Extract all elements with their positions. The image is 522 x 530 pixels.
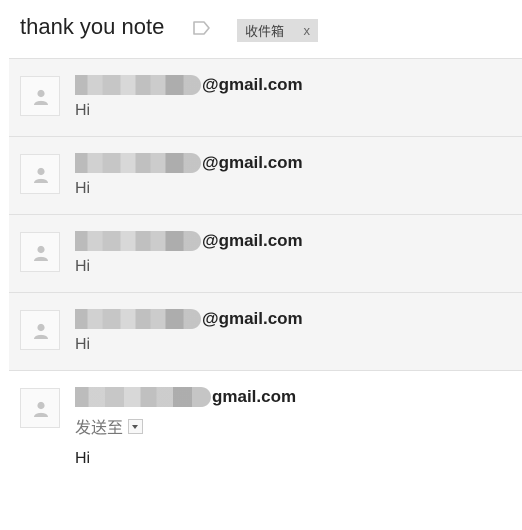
avatar xyxy=(20,310,60,350)
sender-email-domain: @gmail.com xyxy=(202,309,303,328)
message-snippet: Hi xyxy=(75,102,91,119)
message-snippet: Hi xyxy=(75,180,91,197)
collapsed-message[interactable]: @gmail.com Hi xyxy=(9,58,522,136)
recipient-details-dropdown[interactable] xyxy=(128,418,144,434)
message-thread: @gmail.com Hi @gmail.com Hi @gmail.com H… xyxy=(9,58,522,530)
sender: @gmail.com xyxy=(75,230,303,252)
avatar xyxy=(20,388,60,428)
redacted-sender-name xyxy=(75,75,201,95)
redacted-sender-name xyxy=(75,387,211,407)
sender: @gmail.com xyxy=(75,308,303,330)
subject-bar: thank you note 收件箱 x xyxy=(0,0,522,58)
remove-label-button[interactable]: x xyxy=(304,23,311,38)
person-icon xyxy=(34,89,48,105)
inbox-label-text: 收件箱 xyxy=(245,24,285,39)
subject-title: thank you note xyxy=(20,14,165,39)
sender-email-domain: gmail.com xyxy=(212,387,297,406)
redacted-sender-name xyxy=(75,309,201,329)
sender-email-domain: @gmail.com xyxy=(202,75,303,94)
redacted-sender-name xyxy=(75,153,201,173)
sender: @gmail.com xyxy=(75,74,303,96)
person-icon xyxy=(34,167,48,183)
sender: @gmail.com xyxy=(75,152,303,174)
message-body: Hi xyxy=(75,450,91,467)
sender-email-domain: @gmail.com xyxy=(202,153,303,172)
message-snippet: Hi xyxy=(75,336,91,353)
label-outline-icon[interactable] xyxy=(192,20,212,36)
person-icon xyxy=(34,323,48,339)
collapsed-message[interactable]: @gmail.com Hi xyxy=(9,292,522,370)
sender: gmail.com xyxy=(75,386,296,408)
sender-email-domain: @gmail.com xyxy=(202,231,303,250)
collapsed-message[interactable]: @gmail.com Hi xyxy=(9,136,522,214)
avatar xyxy=(20,232,60,272)
expanded-message: gmail.com 发送至 Hi xyxy=(9,370,522,530)
recipient-line: 发送至 xyxy=(75,414,144,438)
person-icon xyxy=(34,245,48,261)
avatar xyxy=(20,154,60,194)
inbox-label-chip[interactable]: 收件箱 x xyxy=(237,19,318,42)
sent-to-label: 发送至 xyxy=(75,420,124,437)
redacted-sender-name xyxy=(75,231,201,251)
person-icon xyxy=(34,401,48,417)
avatar xyxy=(20,76,60,116)
message-snippet: Hi xyxy=(75,258,91,275)
collapsed-message[interactable]: @gmail.com Hi xyxy=(9,214,522,292)
